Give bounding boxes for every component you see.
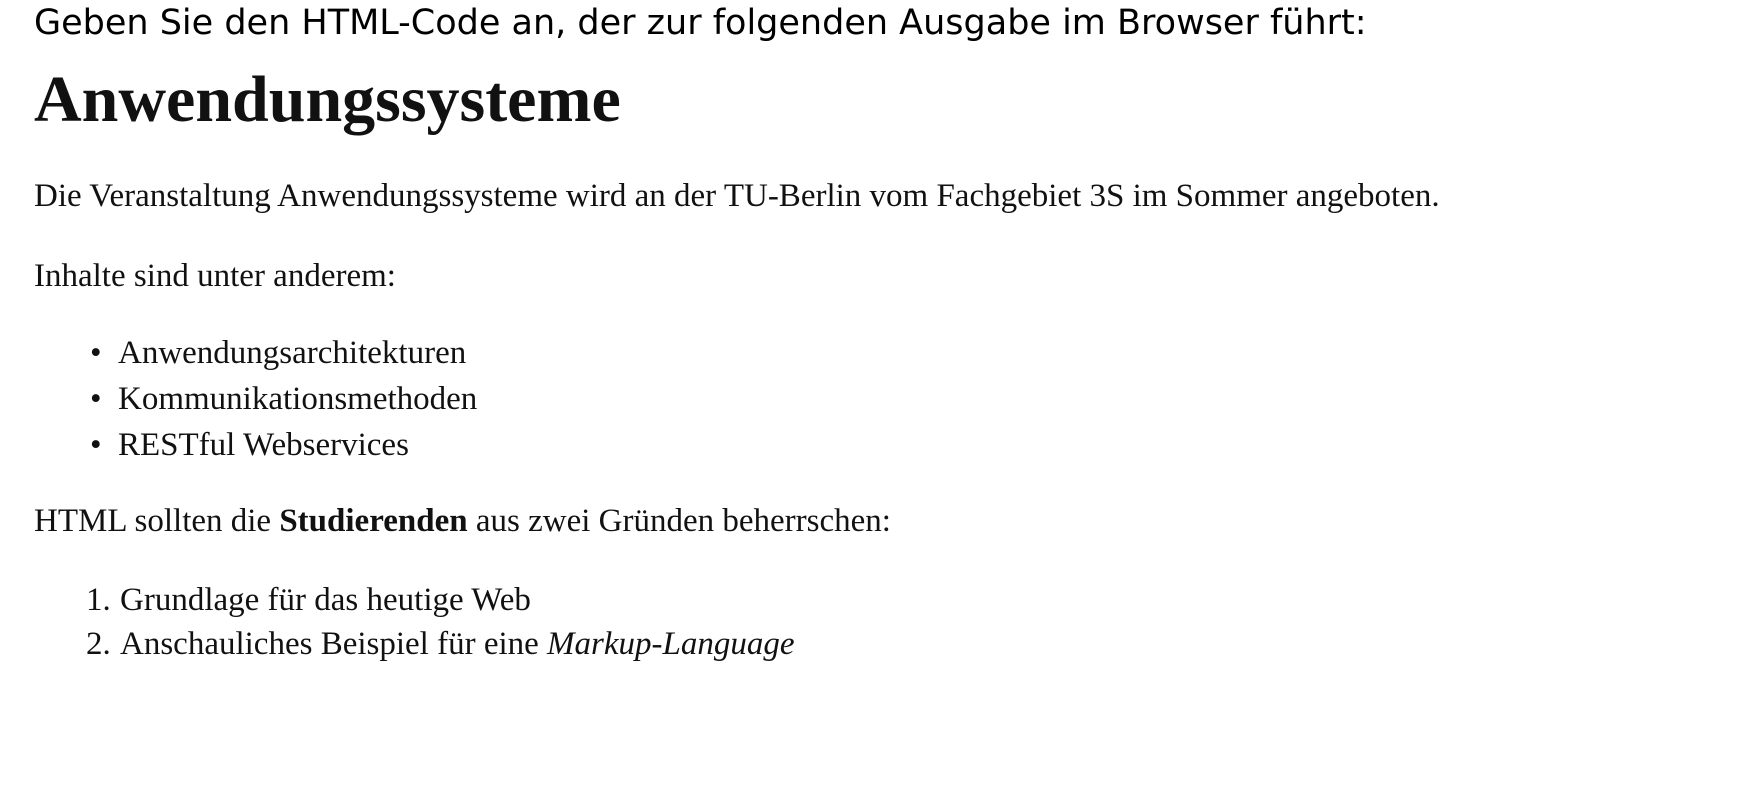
- reason-text: Grundlage für das heutige Web: [120, 581, 531, 618]
- topic-label: RESTful Webservices: [118, 427, 409, 464]
- topic-label: Kommunikationsmethoden: [118, 381, 478, 418]
- html-paragraph: HTML sollten die Studierenden aus zwei G…: [34, 502, 1734, 542]
- bullet-icon: •: [90, 335, 102, 372]
- topic-item: • Kommunikationsmethoden: [90, 376, 1734, 422]
- html-paragraph-text-before: HTML sollten die: [34, 503, 280, 540]
- intro-paragraph: Die Veranstaltung Anwendungssysteme wird…: [34, 178, 1440, 215]
- topic-item: • RESTful Webservices: [90, 422, 1734, 468]
- topic-item: • Anwendungsarchitekturen: [90, 330, 1734, 376]
- page-heading: Anwendungssysteme: [34, 63, 621, 136]
- bullet-icon: •: [90, 381, 102, 418]
- reason-item: 1. Grundlage für das heutige Web: [86, 578, 1734, 622]
- reason-italic-term: Markup-Language: [547, 625, 795, 662]
- topics-list: • Anwendungsarchitekturen • Kommunikatio…: [34, 330, 1734, 468]
- html-paragraph-text-after: aus zwei Gründen beherrschen:: [467, 503, 891, 540]
- task-question: Geben Sie den HTML-Code an, der zur folg…: [34, 3, 1367, 43]
- rendered-browser-output: Anwendungssysteme Die Veranstaltung Anwe…: [34, 60, 1734, 666]
- contents-intro-paragraph: Inhalte sind unter anderem:: [34, 257, 396, 294]
- bullet-icon: •: [90, 427, 102, 464]
- reason-item: 2. Anschauliches Beispiel für eine Markup…: [86, 622, 1734, 666]
- reason-number: 1.: [86, 581, 111, 618]
- reason-text: Anschauliches Beispiel für eine: [120, 625, 548, 662]
- reason-number: 2.: [86, 625, 111, 662]
- html-paragraph-bold: Studierenden: [279, 503, 468, 540]
- reasons-list: 1. Grundlage für das heutige Web 2. Anscha…: [34, 578, 1734, 666]
- topic-label: Anwendungsarchitekturen: [118, 335, 467, 372]
